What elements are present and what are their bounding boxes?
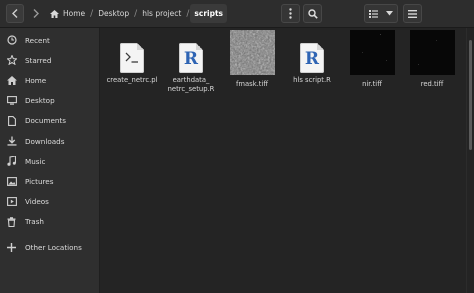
vertical-dots-icon: [289, 8, 292, 19]
sidebar-item-starred[interactable]: Starred: [0, 50, 99, 70]
file-item[interactable]: R earthdata_ netrc_setup.R: [159, 43, 223, 93]
plus-icon: [6, 242, 17, 253]
sidebar-item-trash[interactable]: Trash: [0, 212, 99, 232]
view-options-icon: [368, 9, 378, 18]
breadcrumb-hls-project[interactable]: hls project: [138, 4, 185, 23]
file-name: fmask.tiff: [235, 80, 269, 88]
sidebar-item-videos[interactable]: Videos: [0, 192, 99, 212]
scrollbar[interactable]: [466, 28, 474, 293]
chevron-down-icon: [385, 11, 393, 16]
download-icon: [6, 136, 17, 147]
file-item[interactable]: fmask.tiff: [220, 30, 284, 89]
sidebar-item-label: Pictures: [25, 176, 54, 186]
image-thumbnail: [349, 30, 395, 75]
breadcrumb-scripts[interactable]: scripts: [190, 4, 228, 23]
chevron-left-icon: [12, 9, 18, 18]
sidebar-item-label: Documents: [25, 116, 66, 126]
breadcrumb-scripts-label: scripts: [194, 9, 224, 18]
file-name: earthdata_ netrc_setup.R: [167, 76, 215, 93]
breadcrumb: Home / Desktop / hls project / scripts: [46, 4, 228, 23]
document-icon: [6, 115, 17, 126]
hamburger-menu-icon: [408, 9, 417, 18]
clock-icon: [6, 35, 17, 46]
search-button[interactable]: [303, 4, 322, 23]
main-menu-button[interactable]: [403, 4, 422, 23]
r-file-icon: R: [179, 43, 203, 73]
sidebar-item-pictures[interactable]: Pictures: [0, 171, 99, 191]
sidebar-item-label: Music: [25, 156, 46, 166]
breadcrumb-desktop-label: Desktop: [98, 9, 130, 18]
sidebar-item-desktop[interactable]: Desktop: [0, 91, 99, 111]
file-name: create_netrc.pl: [106, 76, 158, 84]
home-icon: [50, 9, 59, 18]
file-name: nir.tiff: [362, 80, 382, 88]
header-bar: Home / Desktop / hls project / scripts: [0, 0, 474, 28]
trash-icon: [6, 216, 17, 227]
sidebar-item-label: Home: [25, 75, 47, 85]
sidebar-item-label: Desktop: [25, 96, 55, 106]
forward-button[interactable]: [27, 4, 45, 23]
sidebar-item-label: Recent: [25, 35, 50, 45]
view-options-button[interactable]: [364, 4, 382, 23]
sidebar-item-label: Downloads: [25, 136, 65, 146]
breadcrumb-home-label: Home: [63, 9, 86, 18]
breadcrumb-home[interactable]: Home: [46, 4, 89, 23]
script-file-icon: [120, 43, 144, 73]
search-icon: [307, 8, 318, 19]
music-icon: [6, 156, 17, 167]
location-menu-button[interactable]: [281, 4, 300, 23]
sidebar-item-music[interactable]: Music: [0, 151, 99, 171]
scrollbar-thumb[interactable]: [469, 40, 472, 150]
desktop-icon: [6, 95, 17, 106]
video-icon: [6, 196, 17, 207]
sidebar-item-downloads[interactable]: Downloads: [0, 131, 99, 151]
pictures-icon: [6, 176, 17, 187]
home-icon: [6, 75, 17, 86]
breadcrumb-hls-project-label: hls project: [142, 9, 182, 18]
sidebar: Recent Starred Home Desktop Documents Do…: [0, 28, 100, 293]
breadcrumb-desktop[interactable]: Desktop: [94, 4, 133, 23]
file-item[interactable]: create_netrc.pl: [100, 43, 164, 85]
file-name: red.tiff: [420, 80, 444, 88]
sidebar-item-label: Videos: [25, 197, 49, 207]
sidebar-item-recent[interactable]: Recent: [0, 30, 99, 50]
sidebar-item-label: Starred: [25, 55, 52, 65]
star-icon: [6, 55, 17, 66]
file-item[interactable]: R hls script.R: [280, 43, 344, 85]
sidebar-item-label: Trash: [25, 217, 44, 227]
image-thumbnail: [229, 30, 275, 75]
r-file-icon: R: [300, 43, 324, 73]
sidebar-item-home[interactable]: Home: [0, 70, 99, 90]
file-item[interactable]: nir.tiff: [340, 30, 404, 89]
sidebar-item-documents[interactable]: Documents: [0, 111, 99, 131]
file-item[interactable]: red.tiff: [400, 30, 464, 89]
sidebar-item-label: Other Locations: [25, 243, 82, 253]
chevron-right-icon: [33, 9, 39, 18]
file-name: hls script.R: [293, 76, 331, 84]
view-dropdown-button[interactable]: [381, 4, 398, 23]
image-thumbnail: [409, 30, 455, 75]
sidebar-item-other-locations[interactable]: Other Locations: [0, 238, 99, 258]
back-button[interactable]: [6, 4, 24, 23]
file-grid: create_netrc.pl R earthdata_ netrc_setup.…: [100, 28, 464, 293]
